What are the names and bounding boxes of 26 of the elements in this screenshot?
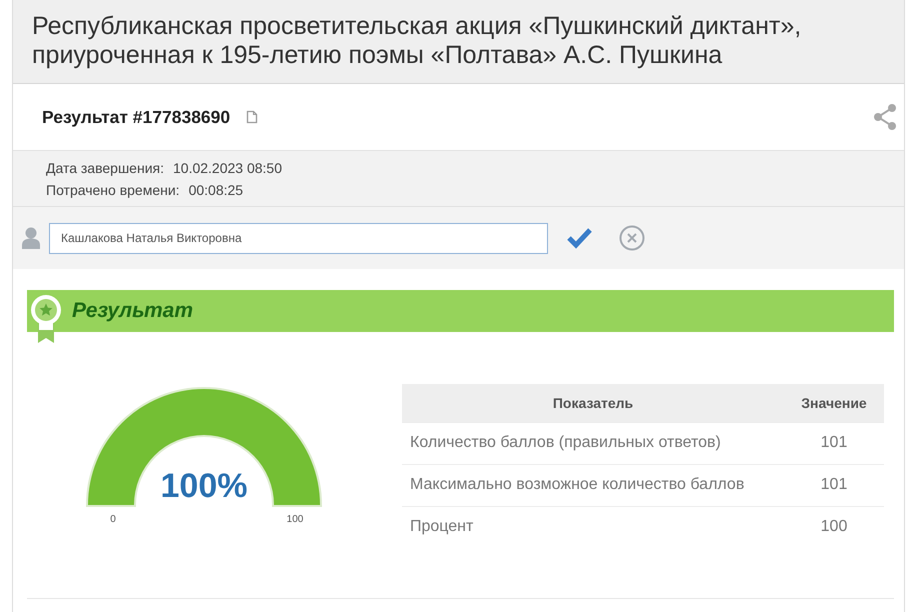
- clear-button[interactable]: [619, 225, 645, 251]
- close-icon: [619, 225, 645, 251]
- table-cell: 101: [784, 422, 884, 464]
- detail-label: Потрачено времени:: [46, 182, 180, 198]
- person-icon: [22, 227, 40, 249]
- gauge-max-label: 100: [286, 514, 304, 525]
- table-cell: 100: [784, 506, 884, 548]
- detail-label: Дата завершения:: [46, 160, 164, 176]
- name-input[interactable]: Кашлакова Наталья Викторовна: [49, 222, 548, 254]
- share-icon[interactable]: [873, 104, 897, 130]
- gauge-reading: 100%: [160, 467, 248, 505]
- confirm-button[interactable]: [566, 227, 593, 249]
- table-cell: Количество баллов (правильных ответов): [402, 422, 784, 464]
- detail-value: 00:08:25: [188, 182, 244, 198]
- gauge-min-label: 0: [110, 514, 116, 525]
- copy-icon[interactable]: [246, 110, 258, 124]
- table-cell: 101: [784, 464, 884, 506]
- table-cell: Процент: [402, 506, 784, 548]
- table-cell: Максимально возможное количество баллов: [402, 464, 784, 506]
- result-title: Результат #177838690: [42, 106, 230, 128]
- detail-value: 10.02.2023 08:50: [173, 160, 282, 176]
- page-title: Республиканская просветительская акция «Пушкинский диктант», приуроченная к 195-летию поэмы «Полтава» А.С. Пушкина: [32, 12, 802, 70]
- section-heading: Результат: [72, 299, 194, 323]
- check-icon: [566, 227, 593, 249]
- column-header: Показатель: [402, 384, 784, 422]
- column-header: Значение: [784, 384, 884, 422]
